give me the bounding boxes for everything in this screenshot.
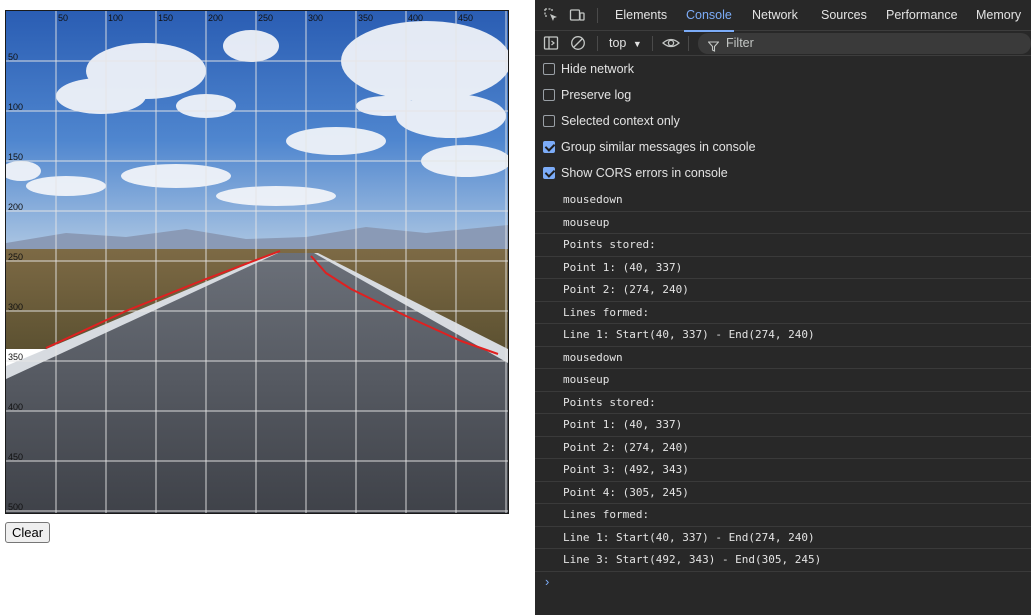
console-log-entry: Point 2: (274, 240): [535, 437, 1031, 459]
console-settings: Hide network Preserve log Selected context…: [535, 56, 1031, 186]
y-tick-label: 100: [8, 102, 23, 112]
y-tick-label: 300: [8, 302, 23, 312]
console-log-list: mousedown mouseup Points stored: Point 1: (…: [535, 189, 1031, 572]
console-log-entry: Point 4: (305, 245): [535, 482, 1031, 504]
sidebar-toggle-icon[interactable]: [543, 35, 559, 51]
y-tick-label: 150: [8, 152, 23, 162]
console-log-entry: Point 3: (492, 343): [535, 459, 1031, 482]
console-prompt-icon[interactable]: ›: [545, 574, 549, 589]
chevron-down-icon: ▼: [632, 39, 642, 49]
x-tick-label: 200: [208, 13, 223, 23]
tab-elements[interactable]: Elements: [615, 0, 667, 31]
console-log-entry: mousedown: [535, 189, 1031, 212]
tab-performance[interactable]: Performance: [886, 0, 958, 31]
y-tick-label: 350: [8, 352, 23, 362]
x-tick-label: 400: [408, 13, 423, 23]
x-tick-label: 350: [358, 13, 373, 23]
tab-memory[interactable]: Memory: [976, 0, 1021, 31]
x-tick-label: 250: [258, 13, 273, 23]
console-log-entry: mouseup: [535, 369, 1031, 392]
live-expression-eye-icon[interactable]: [662, 35, 680, 51]
photo-background: [6, 11, 508, 513]
y-tick-label: 50: [8, 52, 18, 62]
setting-checkbox[interactable]: [543, 141, 555, 153]
tabbar-separator: [597, 8, 598, 23]
context-selector[interactable]: top ▼: [609, 31, 642, 56]
tab-network[interactable]: Network: [752, 0, 798, 31]
filter-placeholder: Filter: [726, 36, 754, 50]
console-log-entry: mouseup: [535, 212, 1031, 234]
x-tick-label: 450: [458, 13, 473, 23]
console-log-entry: Line 1: Start(40, 337) - End(274, 240): [535, 527, 1031, 549]
devtools-panel: Elements Console Network Sources Perform…: [535, 0, 1031, 615]
x-tick-label: 300: [308, 13, 323, 23]
setting-label: Show CORS errors in console: [561, 166, 728, 180]
clear-button[interactable]: Clear: [5, 522, 51, 543]
console-log-entry: Line 3: Start(492, 343) - End(305, 245): [535, 549, 1031, 572]
y-tick-label: 450: [8, 452, 23, 462]
y-tick-label: 250: [8, 252, 23, 262]
page-area: 50 100 150 200 250 300 350 400 450 50 100 150 200 250…: [0, 0, 535, 615]
console-log-entry: Point 1: (40, 337): [535, 414, 1031, 437]
toolbar-separator: [652, 36, 653, 51]
x-tick-label: 150: [158, 13, 173, 23]
x-tick-label: 50: [58, 13, 68, 23]
toolbar-separator: [597, 36, 598, 51]
inspect-element-icon[interactable]: [543, 7, 559, 23]
setting-checkbox[interactable]: [543, 63, 555, 75]
setting-row[interactable]: Hide network: [535, 56, 1031, 82]
console-log-entry: Point 2: (274, 240): [535, 279, 1031, 302]
tab-sources[interactable]: Sources: [821, 0, 867, 31]
console-log-entry: Points stored:: [535, 392, 1031, 414]
setting-checkbox[interactable]: [543, 167, 555, 179]
devtools-tabbar: Elements Console Network Sources Perform…: [535, 0, 1031, 32]
setting-row[interactable]: Show CORS errors in console: [535, 160, 1031, 186]
setting-checkbox[interactable]: [543, 115, 555, 127]
setting-label: Preserve log: [561, 88, 632, 102]
console-log-entry: mousedown: [535, 347, 1031, 369]
road-image-canvas[interactable]: 50 100 150 200 250 300 350 400 450 50 100 150 200 250…: [6, 11, 508, 513]
setting-label: Group similar messages in console: [561, 140, 756, 154]
setting-row[interactable]: Selected context only: [535, 108, 1031, 134]
console-log-entry: Point 1: (40, 337): [535, 257, 1031, 279]
setting-row[interactable]: Preserve log: [535, 82, 1031, 108]
console-log-entry: Lines formed:: [535, 504, 1031, 527]
tab-console[interactable]: Console: [684, 0, 734, 32]
setting-label: Selected context only: [561, 114, 680, 128]
device-toolbar-icon[interactable]: [569, 7, 585, 23]
toolbar-separator: [688, 36, 689, 51]
console-log-entry: Lines formed:: [535, 302, 1031, 324]
console-toolbar: top ▼ Filter: [535, 31, 1031, 56]
y-tick-label: 500: [8, 502, 23, 512]
setting-checkbox[interactable]: [543, 89, 555, 101]
x-tick-label: 100: [108, 13, 123, 23]
setting-label: Hide network: [561, 62, 634, 76]
clear-console-icon[interactable]: [570, 35, 586, 51]
y-tick-label: 400: [8, 402, 23, 412]
context-selector-label: top: [609, 36, 627, 50]
filter-input[interactable]: Filter: [698, 33, 1031, 54]
setting-row[interactable]: Group similar messages in console: [535, 134, 1031, 160]
console-log-entry: Points stored:: [535, 234, 1031, 257]
drawing-canvas[interactable]: 50 100 150 200 250 300 350 400 450 50 100 150 200 250…: [5, 10, 509, 514]
console-log-entry: Line 1: Start(40, 337) - End(274, 240): [535, 324, 1031, 347]
y-tick-label: 200: [8, 202, 23, 212]
